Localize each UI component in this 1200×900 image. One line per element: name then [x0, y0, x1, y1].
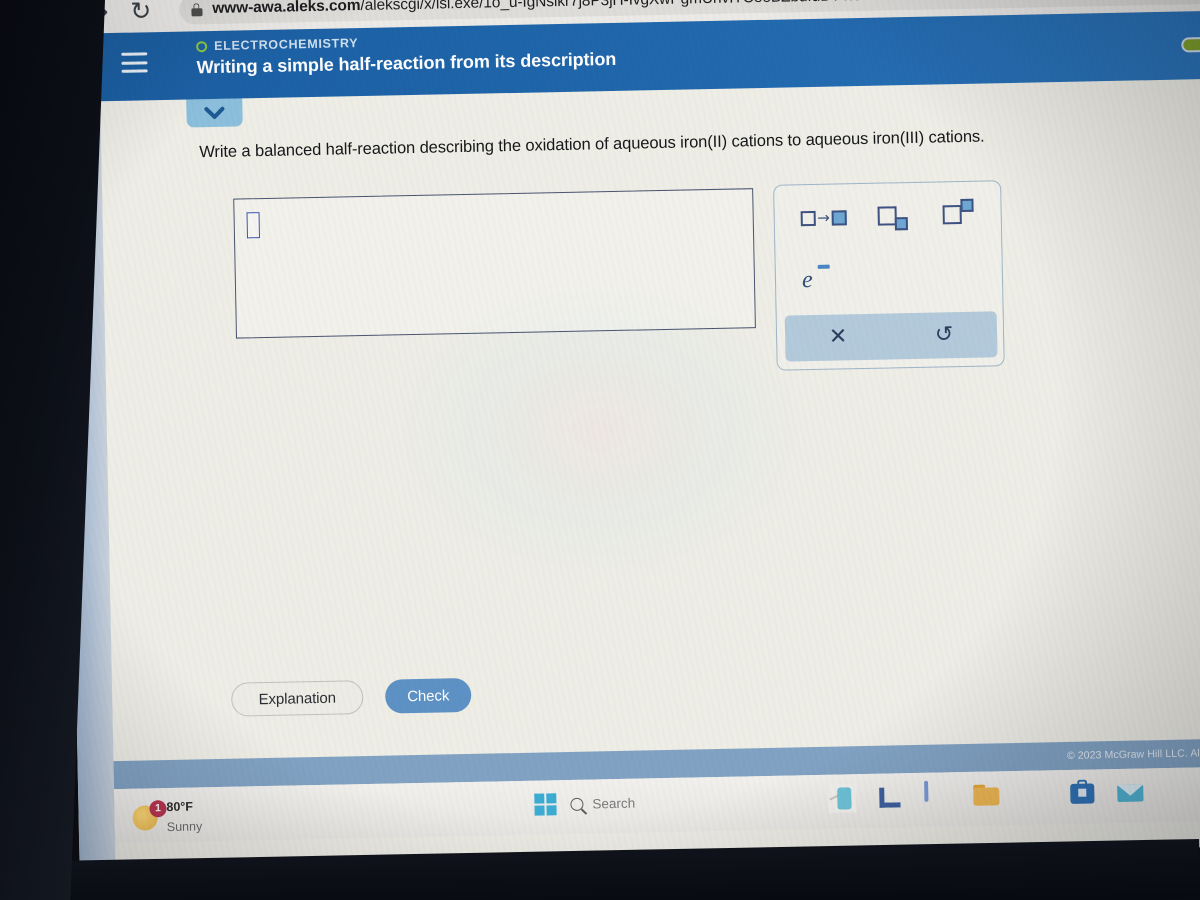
chevron-down-icon [204, 106, 225, 119]
palette-electron-row: e [775, 247, 1004, 310]
file-explorer-icon[interactable] [972, 781, 1001, 810]
topic-status-dot-icon [196, 40, 208, 52]
laptop-screen-photo: ← → ↻ www-awa.aleks.com/alekscgi/x/lsl.e… [0, 0, 1200, 900]
hamburger-menu-icon[interactable] [121, 52, 148, 73]
weather-condition: Sunny [166, 819, 203, 835]
arrow-left-box-icon [800, 210, 816, 226]
onedrive-icon[interactable] [1164, 777, 1193, 806]
arrow-glyph-icon: → [817, 208, 831, 227]
weather-text: 80°F Sunny [166, 796, 202, 837]
copyright-text: © 2023 McGraw Hill LLC. All Rights Rese [1066, 746, 1200, 762]
empty-input-cell-icon [246, 212, 261, 239]
electron-button[interactable]: e [801, 264, 830, 294]
taskbar-center: Search [534, 790, 635, 818]
page-title: Writing a simple half-reaction from its … [196, 48, 617, 78]
question-text: Write a balanced half-reaction describin… [199, 127, 985, 162]
check-button[interactable]: Check [384, 677, 472, 714]
progress-bar [1181, 35, 1200, 53]
reload-icon[interactable]: ↻ [130, 0, 152, 25]
lock-icon [191, 2, 203, 16]
electron-symbol: e [801, 266, 813, 294]
header-text-block: ELECTROCHEMISTRY Writing a simple half-r… [196, 31, 616, 78]
subscript-button[interactable] [877, 200, 913, 233]
screen-content: ← → ↻ www-awa.aleks.com/alekscgi/x/lsl.e… [62, 0, 1200, 870]
palette-symbol-row: → [774, 181, 1003, 252]
clear-button[interactable]: ✕ [829, 324, 848, 349]
taskbar-app-icons [828, 777, 1200, 813]
superscript-base-box-icon [942, 204, 963, 225]
symbol-palette: → e ✕ ↺ [773, 180, 1005, 371]
edge-icon[interactable] [1020, 780, 1049, 809]
taskbar-search[interactable]: Search [570, 790, 635, 817]
chat-icon[interactable] [924, 780, 953, 811]
excel-icon[interactable] [876, 783, 905, 812]
search-icon [570, 797, 584, 811]
question-panel: Write a balanced half-reaction describin… [100, 78, 1200, 762]
superscript-button[interactable] [942, 198, 978, 232]
weather-temperature: 80°F [166, 799, 194, 815]
url-domain: www-awa.aleks.com [212, 0, 361, 17]
action-buttons: Explanation Check [230, 677, 472, 717]
weather-widget[interactable]: 1 80°F Sunny [132, 796, 202, 837]
explanation-button[interactable]: Explanation [230, 680, 364, 717]
url-path: /alekscgi/x/lsl.exe/1o_u-IgNslkr7j8P3jH-… [360, 0, 1124, 14]
mail-icon[interactable] [1116, 778, 1145, 807]
notification-badge: 1 [149, 799, 167, 817]
microsoft-store-icon[interactable] [1068, 779, 1097, 808]
search-label: Search [592, 795, 636, 812]
topic-label: ELECTROCHEMISTRY [214, 36, 359, 53]
sun-icon: 1 [132, 799, 167, 831]
reaction-arrow-button[interactable]: → [800, 208, 848, 227]
teams-icon[interactable] [828, 784, 857, 813]
subscript-small-box-icon [895, 217, 909, 231]
palette-control-row: ✕ ↺ [784, 311, 998, 362]
undo-button[interactable]: ↺ [935, 322, 954, 347]
windows-start-icon[interactable] [534, 793, 557, 816]
superscript-small-box-icon [960, 198, 975, 213]
electron-charge-icon [817, 264, 830, 269]
collapse-toggle[interactable] [186, 98, 243, 128]
arrow-right-box-icon [831, 209, 848, 226]
answer-input[interactable] [233, 188, 756, 339]
